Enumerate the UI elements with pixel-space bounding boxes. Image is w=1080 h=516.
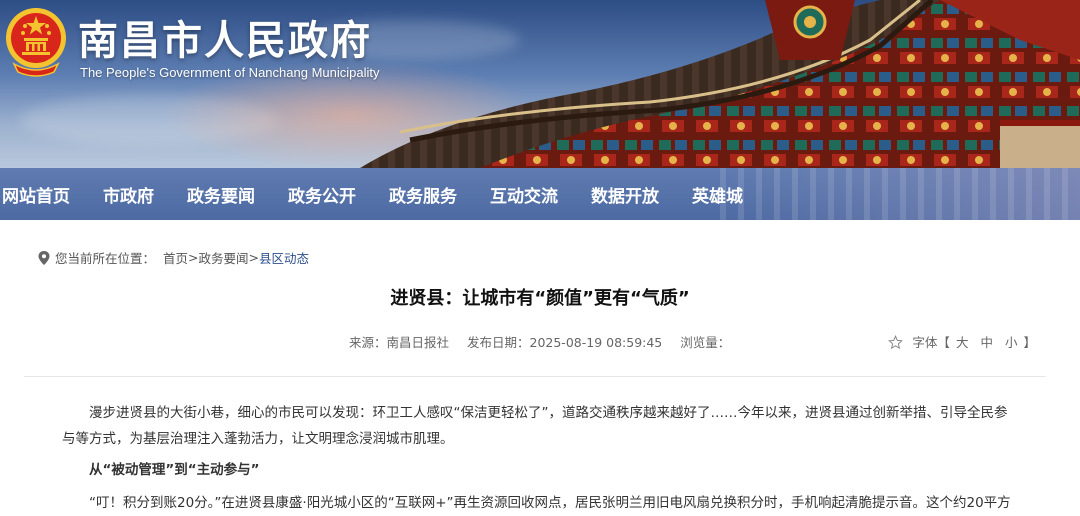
font-size-large-button[interactable]: 大	[956, 332, 969, 351]
breadcrumb-separator: >	[188, 250, 199, 265]
article-paragraph: 漫步进贤县的大街小巷，细心的市民可以发现：环卫工人感叹“保洁更轻松了”，道路交通…	[62, 405, 1008, 447]
nav-list: 网站首页 市政府 政务要闻 政务公开 政务服务 互动交流 数据开放 英雄城	[0, 168, 776, 220]
breadcrumb: 您当前所在位置： 首页 > 政务要闻 > 县区动态	[38, 248, 309, 267]
nav-item-open-data[interactable]: 数据开放	[591, 182, 659, 207]
article-meta: 来源：南昌日报社 发布日期：2025-08-19 08:59:45 浏览量：	[349, 332, 744, 351]
divider	[24, 376, 1046, 377]
star-icon[interactable]	[888, 334, 904, 350]
banner-roof-image	[360, 0, 1080, 168]
nav-item-government-disclosure[interactable]: 政务公开	[288, 182, 356, 207]
nav-item-city-government[interactable]: 市政府	[103, 182, 154, 207]
article-date: 发布日期：2025-08-19 08:59:45	[467, 335, 663, 350]
article-body: 漫步进贤县的大街小巷，细心的市民可以发现：环卫工人感叹“保洁更轻松了”，道路交通…	[62, 400, 1012, 516]
article-source: 来源：南昌日报社	[349, 335, 450, 350]
header-banner: 南昌市人民政府 The People's Government of Nanch…	[0, 0, 1080, 168]
article-paragraph: “叮！积分到账20分。”在进贤县康盛·阳光城小区的“互联网+”再生资源回收网点，…	[89, 495, 1011, 511]
nav-item-government-services[interactable]: 政务服务	[389, 182, 457, 207]
location-pin-icon	[38, 250, 50, 265]
font-size-control: 字体【 大 中 小 】	[888, 332, 1036, 351]
font-size-label: 字体【	[912, 335, 950, 350]
national-emblem-icon	[6, 8, 66, 77]
article-subheading: 从“被动管理”到“主动参与”	[89, 462, 260, 478]
breadcrumb-separator: >	[248, 250, 260, 265]
article-views: 浏览量：	[680, 335, 731, 350]
font-size-medium-button[interactable]: 中	[980, 332, 993, 351]
nav-item-hero-city[interactable]: 英雄城	[692, 182, 743, 207]
article-title: 进贤县：让城市有“颜值”更有“气质”	[390, 288, 690, 309]
breadcrumb-government-news[interactable]: 政务要闻	[199, 248, 249, 267]
breadcrumb-county-news[interactable]: 县区动态	[259, 248, 309, 267]
font-size-small-button[interactable]: 小	[1005, 332, 1018, 351]
nav-item-home[interactable]: 网站首页	[2, 182, 70, 207]
nav-item-government-news[interactable]: 政务要闻	[187, 182, 255, 207]
article-content: 您当前所在位置： 首页 > 政务要闻 > 县区动态 进贤县：让城市有“颜值”更有…	[0, 220, 1080, 516]
font-size-close-bracket: 】	[1023, 335, 1036, 350]
breadcrumb-label: 您当前所在位置：	[55, 251, 156, 266]
breadcrumb-home[interactable]: 首页	[163, 248, 188, 267]
nav-item-interaction[interactable]: 互动交流	[490, 182, 558, 207]
main-nav: 网站首页 市政府 政务要闻 政务公开 政务服务 互动交流 数据开放 英雄城	[0, 168, 1080, 220]
